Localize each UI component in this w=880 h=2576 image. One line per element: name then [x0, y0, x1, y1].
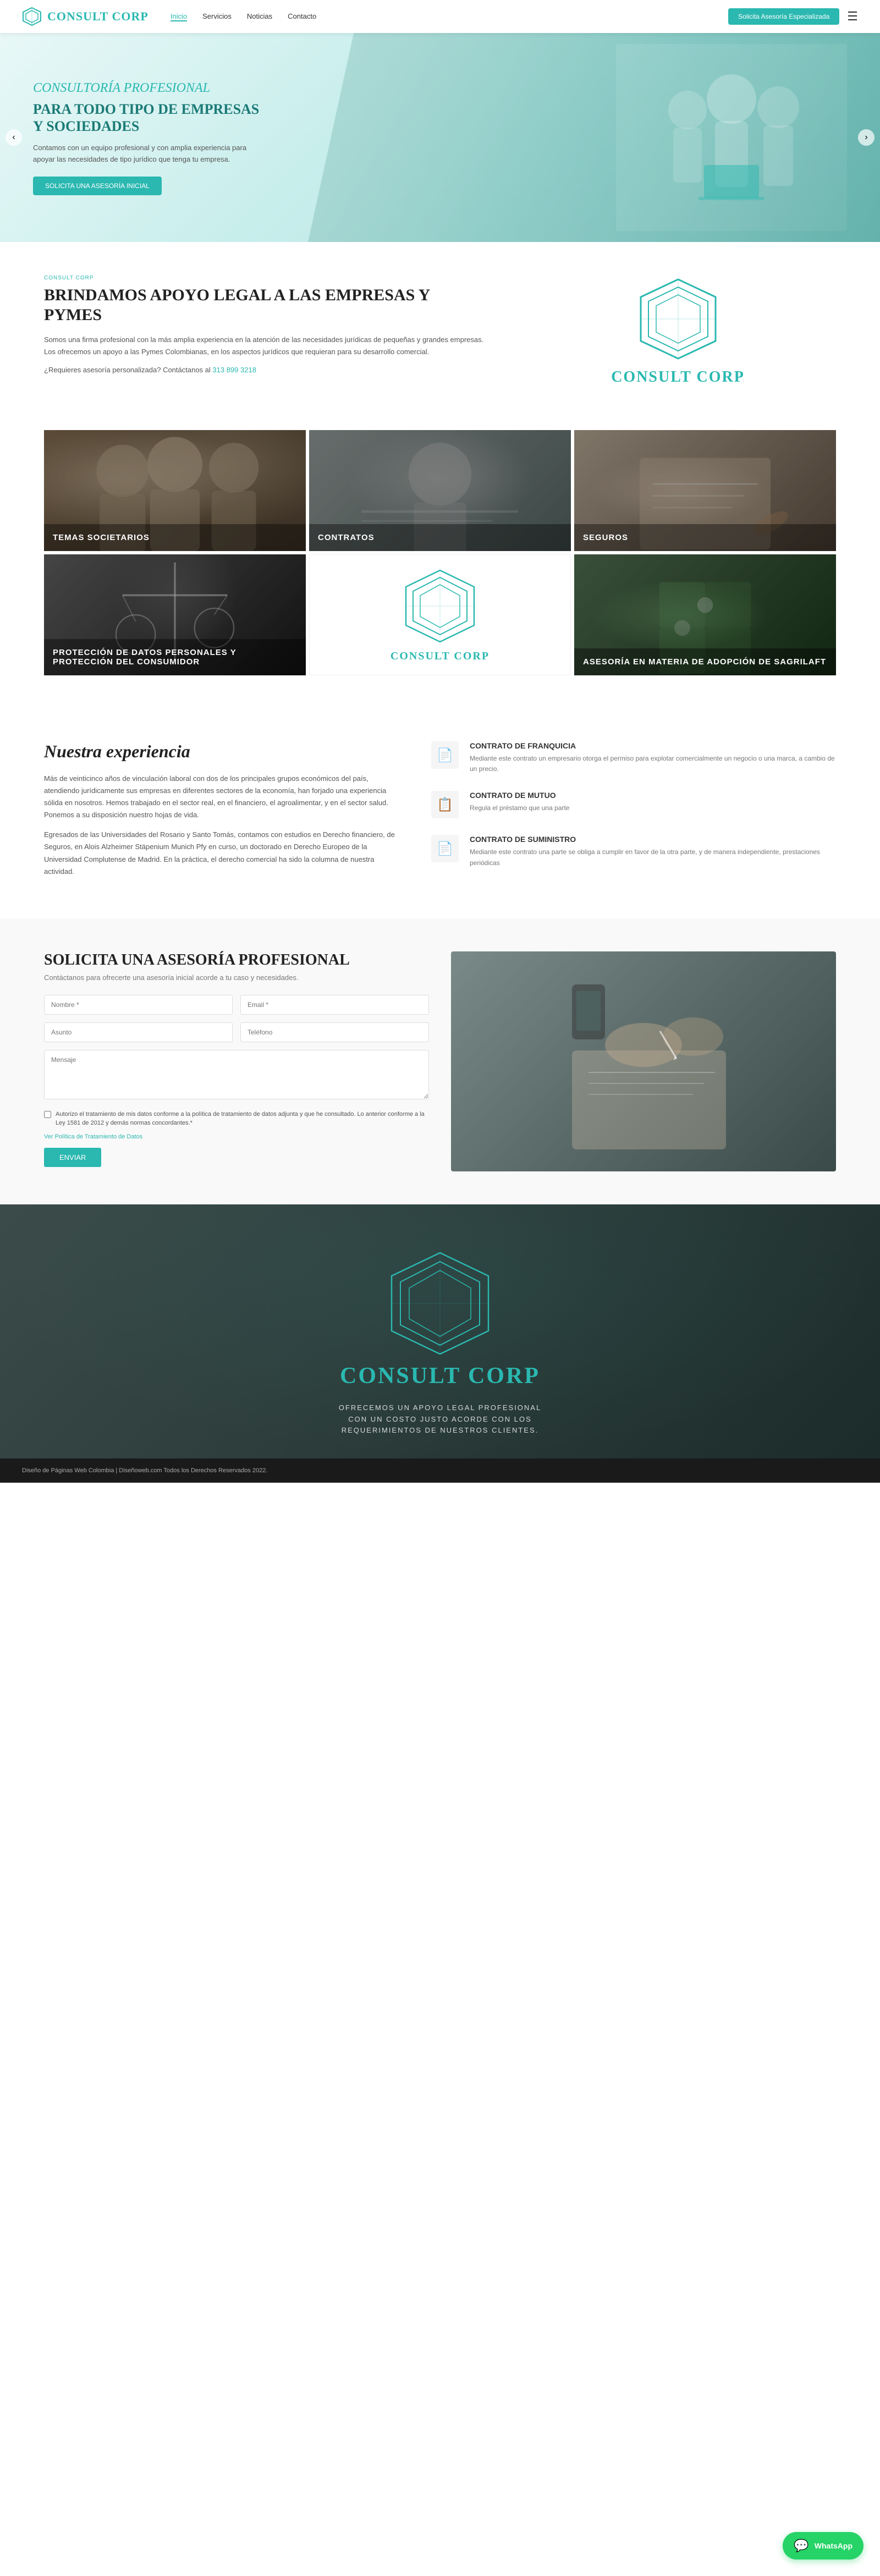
exp-card-text: Mediante este contrato un empresario oto…: [470, 753, 836, 774]
hero-image: [616, 44, 847, 231]
navbar-logo[interactable]: Consult Corp: [22, 7, 148, 26]
about-title: Brindamos apoyo legal a las Empresas y P…: [44, 285, 487, 325]
exp-card-content-franquicia: CONTRATO DE FRANQUICIA Mediante este con…: [470, 741, 836, 774]
services-section: Temas Societarios Contratos: [0, 419, 880, 708]
mensaje-textarea[interactable]: [44, 1050, 429, 1099]
exp-card-icon-mutuo: 📋: [431, 791, 459, 818]
footer-copyright: Diseño de Páginas Web Colombia | Diseñow…: [22, 1467, 267, 1474]
exp-card-content-suministro: CONTRATO DE SUMINISTRO Mediante este con…: [470, 835, 836, 868]
experience-left: Nuestra experiencia Más de veinticinco a…: [44, 741, 398, 885]
hero-title-line2: Para todo tipo de Empresas y Sociedades: [33, 101, 270, 135]
footer-brand-tagline: Ofrecemos un apoyo legal profesional con…: [330, 1402, 550, 1436]
whatsapp-icon: 💬: [794, 2539, 809, 2553]
service-card-label: Contratos: [309, 524, 571, 551]
footer-logo-icon: [385, 1248, 495, 1358]
contact-image: [451, 951, 836, 1171]
navbar-logo-text: Consult Corp: [47, 9, 148, 24]
checkbox-text: Autorizo el tratamiento de mis datos con…: [56, 1110, 429, 1128]
service-card-logo: Consult Corp: [309, 554, 571, 675]
experience-right: 📄 CONTRATO DE FRANQUICIA Mediante este c…: [431, 741, 836, 885]
logo-icon: [22, 7, 42, 26]
whatsapp-label: WhatsApp: [815, 2541, 853, 2550]
footer-bottom: Diseño de Páginas Web Colombia | Diseñow…: [0, 1458, 880, 1483]
exp-card-title: CONTRATO DE MUTUO: [470, 791, 569, 800]
service-card-label: Temas Societarios: [44, 524, 306, 551]
about-section: CONSULT CORP Brindamos apoyo legal a las…: [0, 242, 880, 419]
checkbox-label: Autorizo el tratamiento de mis datos con…: [44, 1110, 429, 1128]
nombre-input[interactable]: [44, 995, 233, 1015]
experience-text-1: Más de veinticinco años de vinculación l…: [44, 773, 398, 821]
about-contact: ¿Requieres asesoría personalizada? Contá…: [44, 366, 487, 374]
hero-next-button[interactable]: ›: [858, 129, 875, 146]
experience-title: Nuestra experiencia: [44, 741, 398, 762]
exp-card-franquicia: 📄 CONTRATO DE FRANQUICIA Mediante este c…: [431, 741, 836, 774]
telefono-input[interactable]: [240, 1022, 429, 1042]
service-card-seguros[interactable]: Seguros: [574, 430, 836, 551]
exp-card-text: Mediante este contrato una parte se obli…: [470, 847, 836, 868]
footer-brand-section: CONSULT CORP Ofrecemos un apoyo legal pr…: [0, 1204, 880, 1458]
about-right: CONSULT CORP: [520, 275, 836, 386]
hero-cta-button[interactable]: SOLICITA UNA ASESORÍA INICIAL: [33, 177, 162, 195]
hero-content: Consultoría Profesional Para todo tipo d…: [0, 80, 302, 195]
exp-card-suministro: 📄 CONTRATO DE SUMINISTRO Mediante este c…: [431, 835, 836, 868]
service-logo-text: Consult Corp: [391, 650, 490, 663]
navbar: Consult Corp Inicio Servicios Noticias C…: [0, 0, 880, 33]
nav-contacto[interactable]: Contacto: [288, 12, 316, 21]
whatsapp-button[interactable]: 💬 WhatsApp: [783, 2532, 864, 2560]
service-card-label: Asesoría en Materia de Adopción de Sagri…: [574, 648, 836, 675]
nav-servicios[interactable]: Servicios: [202, 12, 232, 21]
hero-title-line1: Consultoría Profesional: [33, 80, 270, 97]
hero-section: ‹ Consultoría Profesional Para todo tipo…: [0, 33, 880, 242]
hero-illustration: [632, 55, 831, 220]
contact-image-area: [451, 951, 836, 1171]
contact-form: Autorizo el tratamiento de mis datos con…: [44, 995, 429, 1167]
service-card-sagrilaft[interactable]: Asesoría en Materia de Adopción de Sagri…: [574, 554, 836, 675]
about-logo-text: CONSULT CORP: [611, 368, 745, 386]
nav-inicio[interactable]: Inicio: [170, 12, 187, 21]
service-logo-icon: [402, 568, 479, 645]
about-left: CONSULT CORP Brindamos apoyo legal a las…: [44, 275, 487, 374]
about-logo-icon: [634, 275, 722, 363]
asunto-input[interactable]: [44, 1022, 233, 1042]
exp-card-content-mutuo: CONTRATO DE MUTUO Regula el préstamo que…: [470, 791, 569, 813]
email-input[interactable]: [240, 995, 429, 1015]
nav-noticias[interactable]: Noticias: [247, 12, 272, 21]
service-card-societarios[interactable]: Temas Societarios: [44, 430, 306, 551]
contact-illustration: [539, 951, 748, 1171]
about-tag: CONSULT CORP: [44, 275, 487, 281]
exp-card-mutuo: 📋 CONTRATO DE MUTUO Regula el préstamo q…: [431, 791, 836, 818]
experience-section: Nuestra experiencia Más de veinticinco a…: [0, 708, 880, 918]
exp-card-icon-franquicia: 📄: [431, 741, 459, 769]
service-card-datos[interactable]: Protección de Datos Personales y Protecc…: [44, 554, 306, 675]
exp-card-title: CONTRATO DE FRANQUICIA: [470, 741, 836, 750]
services-row-2: Protección de Datos Personales y Protecc…: [44, 554, 836, 675]
hero-description: Contamos con un equipo profesional y con…: [33, 142, 270, 166]
authorize-checkbox[interactable]: [44, 1111, 51, 1118]
about-phone-link[interactable]: 313 899 3218: [212, 366, 256, 374]
contact-title: Solicita una asesoría profesional: [44, 951, 429, 969]
service-card-label: Seguros: [574, 524, 836, 551]
form-row-1: [44, 995, 429, 1015]
form-row-2: [44, 1022, 429, 1042]
policy-link[interactable]: Ver Política de Tratamiento de Datos: [44, 1133, 429, 1140]
about-text-1: Somos una firma profesional con la más a…: [44, 334, 487, 358]
service-card-contratos[interactable]: Contratos: [309, 430, 571, 551]
service-card-label: Protección de Datos Personales y Protecc…: [44, 639, 306, 675]
exp-card-text: Regula el préstamo que una parte: [470, 803, 569, 813]
exp-card-title: CONTRATO DE SUMINISTRO: [470, 835, 836, 844]
services-row-1: Temas Societarios Contratos: [44, 430, 836, 551]
submit-button[interactable]: ENVIAR: [44, 1148, 101, 1167]
footer-brand-name: CONSULT CORP: [340, 1363, 540, 1389]
navbar-cta-button[interactable]: Solicita Asesoría Especializada: [728, 8, 839, 25]
contact-subtitle: Contáctanos para ofrecerte una asesoría …: [44, 973, 429, 982]
contact-section: Solicita una asesoría profesional Contác…: [0, 918, 880, 1204]
contact-form-area: Solicita una asesoría profesional Contác…: [44, 951, 429, 1171]
navbar-menu: Inicio Servicios Noticias Contacto: [170, 12, 717, 21]
exp-card-icon-suministro: 📄: [431, 835, 459, 862]
hamburger-icon[interactable]: ☰: [847, 9, 858, 24]
experience-text-2: Egresados de las Universidades del Rosar…: [44, 829, 398, 877]
